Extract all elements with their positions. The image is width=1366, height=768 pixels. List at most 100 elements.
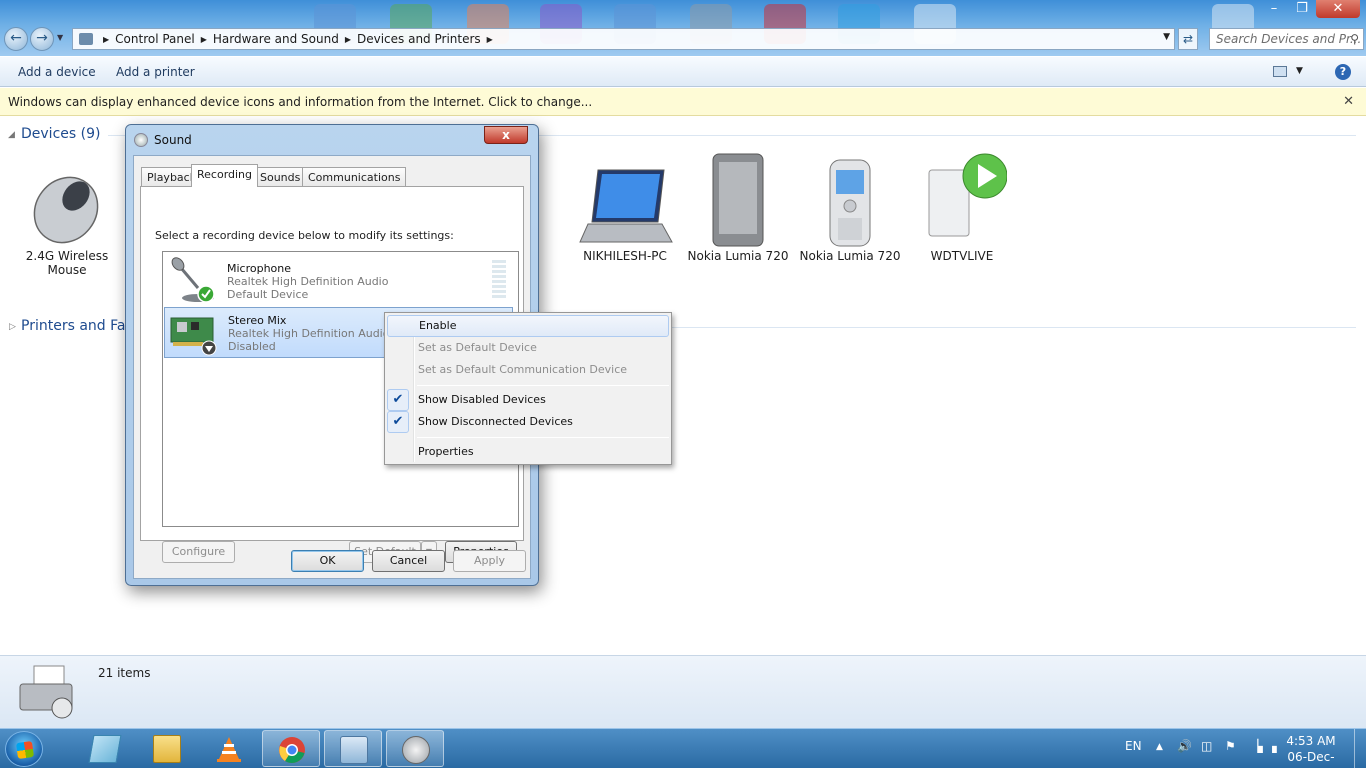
show-desktop-button[interactable] [1354,729,1366,768]
device-label: 2.4G Wireless Mouse [25,249,109,277]
device-status: Default Device [227,288,309,301]
details-pane: 21 items [0,655,1366,728]
laptop-icon [579,169,673,243]
menu-item-set-default-device[interactable]: Set as Default Device [387,337,669,359]
dialog-close-button[interactable]: x [484,126,528,144]
tab-sounds[interactable]: Sounds [254,167,307,187]
maximize-button[interactable]: ❐ [1288,0,1316,18]
info-bar[interactable]: Windows can display enhanced device icon… [0,88,1366,116]
language-indicator[interactable]: EN [1125,739,1142,753]
start-button[interactable] [5,731,43,767]
menu-item-properties[interactable]: Properties [387,441,669,463]
show-hidden-icons[interactable]: ▲ [1156,742,1163,752]
configure-button[interactable]: Configure [162,541,235,563]
vlc-icon [217,737,241,762]
action-center-icon[interactable]: ⚑ [1225,739,1236,753]
system-clock[interactable]: 4:53 AM 06-Dec-13 [1280,733,1342,768]
speaker-icon [134,133,148,147]
ok-button[interactable]: OK [291,550,364,572]
sound-card-icon [170,317,217,356]
taskbar-sound[interactable] [386,730,444,767]
breadcrumb-control-panel[interactable]: Control Panel [115,32,195,46]
microphone-icon [171,257,215,303]
menu-item-set-default-communication-device[interactable]: Set as Default Communication Device [387,359,669,381]
recent-pages-dropdown[interactable]: ▼ [57,33,63,42]
mouse-icon [33,176,99,244]
network-signal-icon[interactable]: ▕▖▗ [1249,739,1277,753]
chevron-right-icon[interactable]: ▶ [201,35,207,44]
address-bar[interactable]: ▶ Control Panel ▶ Hardware and Sound ▶ D… [72,28,1175,50]
apply-button[interactable]: Apply [453,550,526,572]
menu-separator [417,437,669,438]
media-player-icon [928,153,1007,237]
menu-item-show-disconnected-devices[interactable]: Show Disconnected Devices [387,411,669,433]
help-icon[interactable]: ? [1335,64,1351,80]
expand-printers-icon[interactable]: ▷ [9,322,16,332]
device-wdtvlive[interactable]: WDTVLIVE [907,152,1017,265]
device-name: Stereo Mix [228,314,287,327]
level-meter [492,260,506,300]
close-button[interactable]: ✕ [1316,0,1360,18]
device-nikhilesh-pc[interactable]: NIKHILESH-PC [570,160,680,265]
forward-button[interactable]: → [30,27,54,51]
device-wireless-mouse[interactable]: 2.4G Wireless Mouse [12,170,122,285]
chevron-right-icon[interactable]: ▶ [103,35,109,44]
taskbar-notes[interactable] [76,730,134,767]
add-printer-button[interactable]: Add a printer [116,65,195,79]
device-driver: Realtek High Definition Audio [228,327,390,340]
device-icon[interactable]: ◫ [1201,739,1212,753]
device-nokia-lumia-720-2[interactable]: Nokia Lumia 720 [795,158,905,265]
device-label: Nokia Lumia 720 [799,249,901,263]
breadcrumb-hardware-and-sound[interactable]: Hardware and Sound [213,32,339,46]
sound-icon [402,736,430,764]
cancel-button[interactable]: Cancel [372,550,445,572]
tab-communications[interactable]: Communications [302,167,407,187]
device-name: Microphone [227,262,292,275]
taskbar-control-panel[interactable] [324,730,382,767]
instruction-text: Select a recording device below to modif… [155,229,454,242]
taskbar-chrome[interactable] [262,730,320,767]
tab-recording[interactable]: Recording [191,164,259,187]
refresh-icon: ⇄ [1182,32,1194,46]
item-count: 21 items [98,666,151,680]
chevron-right-icon[interactable]: ▶ [345,35,351,44]
breadcrumb-devices-and-printers[interactable]: Devices and Printers [357,32,481,46]
taskbar-explorer[interactable] [138,730,196,767]
chevron-right-icon[interactable]: ▶ [487,35,493,44]
menu-separator [417,385,669,386]
collapse-devices-icon[interactable]: ◢ [8,130,15,140]
chrome-icon [279,737,305,763]
back-button[interactable]: ← [4,27,28,51]
volume-icon[interactable]: 🔊 [1177,739,1192,753]
info-bar-text: Windows can display enhanced device icon… [8,95,593,109]
device-driver: Realtek High Definition Audio [227,275,389,288]
taskbar-vlc[interactable] [200,730,258,767]
context-menu: Enable Set as Default Device Set as Defa… [384,312,672,465]
close-infobar-icon[interactable]: ✕ [1343,94,1354,109]
add-device-button[interactable]: Add a device [18,65,96,79]
list-item[interactable]: Microphone Realtek High Definition Audio… [164,254,513,304]
command-bar: Add a device Add a printer ▼ [0,57,1366,87]
device-label: Nokia Lumia 720 [687,249,789,263]
view-options-dropdown[interactable]: ▼ [1296,66,1303,76]
dialog-title: Sound [154,133,192,147]
menu-item-show-disabled-devices[interactable]: Show Disabled Devices [387,389,669,411]
devices-section-header[interactable]: Devices (9) [21,126,100,142]
device-label: WDTVLIVE [930,249,994,263]
feature-phone-icon [829,159,871,247]
device-label: NIKHILESH-PC [583,249,667,263]
menu-item-enable[interactable]: Enable [387,315,669,337]
phone-icon [712,153,764,247]
windows-logo-icon [15,740,35,760]
search-input[interactable]: Search Devices and Pr... ⚲ [1209,28,1364,50]
search-placeholder: Search Devices and Pr... [1216,32,1362,46]
address-dropdown-icon[interactable]: ▼ [1163,32,1170,42]
back-arrow-icon: ← [10,30,22,46]
minimize-button[interactable]: – [1260,0,1288,18]
forward-arrow-icon: → [36,30,48,46]
change-view-icon[interactable] [1273,66,1287,77]
search-icon: ⚲ [1350,32,1359,46]
refresh-button[interactable]: ⇄ [1178,28,1198,50]
device-nokia-lumia-720[interactable]: Nokia Lumia 720 [683,152,793,265]
control-panel-icon [340,736,368,764]
